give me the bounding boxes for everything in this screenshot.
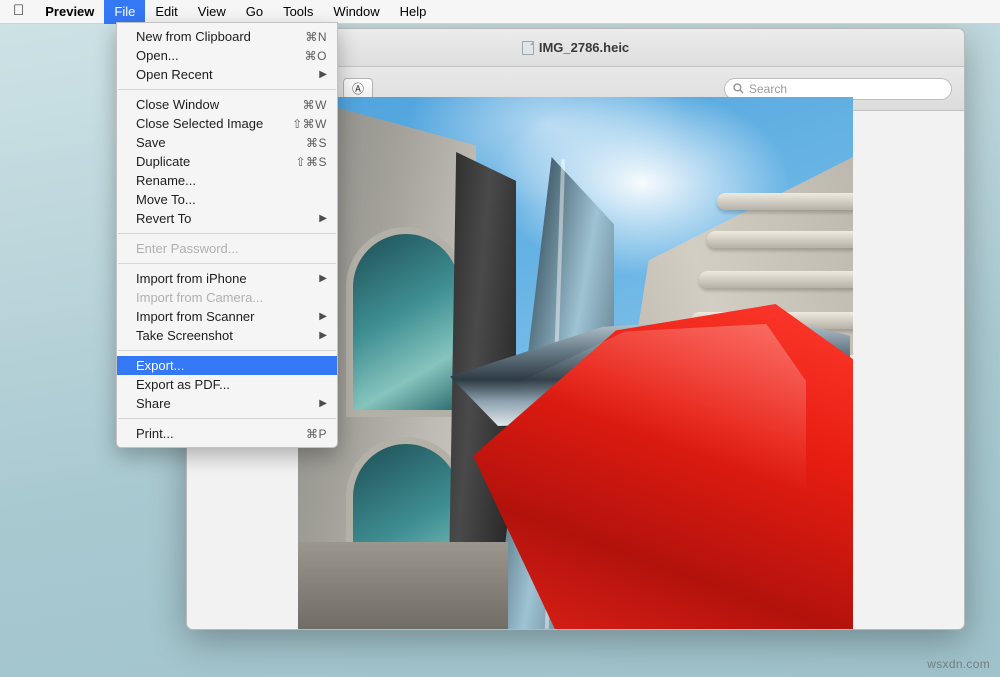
menubar-item-help[interactable]: Help (390, 0, 437, 24)
menu-item-label: Print... (136, 426, 306, 441)
menu-item-label: New from Clipboard (136, 29, 305, 44)
menu-item-shortcut: ⌘W (303, 98, 327, 112)
menu-item-label: Move To... (136, 192, 327, 207)
chevron-right-icon: ▶ (319, 69, 327, 80)
menu-item-close-selected-image[interactable]: Close Selected Image⇧⌘W (117, 114, 337, 133)
menu-item-move-to[interactable]: Move To... (117, 190, 337, 209)
window-title: IMG_2786.heic (522, 40, 629, 55)
menu-item-label: Save (136, 135, 306, 150)
search-placeholder: Search (749, 82, 787, 96)
photo-window (346, 227, 466, 417)
menu-item-label: Duplicate (136, 154, 295, 169)
menubar-item-tools[interactable]: Tools (273, 0, 323, 24)
menubar-item-window[interactable]: Window (323, 0, 389, 24)
menu-item-close-window[interactable]: Close Window⌘W (117, 95, 337, 114)
menubar-item-view[interactable]: View (188, 0, 236, 24)
menu-item-take-screenshot[interactable]: Take Screenshot ▶ (117, 326, 337, 345)
menu-item-shortcut: ⌘O (305, 49, 327, 63)
menu-item-rename[interactable]: Rename... (117, 171, 337, 190)
search-icon (733, 83, 744, 94)
menu-item-export-as-pdf[interactable]: Export as PDF... (117, 375, 337, 394)
menu-separator (118, 89, 336, 90)
menu-item-duplicate[interactable]: Duplicate⇧⌘S (117, 152, 337, 171)
menubar-item-edit[interactable]: Edit (145, 0, 187, 24)
menu-separator (118, 263, 336, 264)
apple-menu-icon[interactable]:  (0, 0, 35, 24)
menu-separator (118, 350, 336, 351)
menu-separator (118, 418, 336, 419)
menu-item-label: Import from iPhone (136, 271, 311, 286)
menu-item-label: Close Window (136, 97, 303, 112)
chevron-right-icon: ▶ (319, 213, 327, 224)
menu-item-export[interactable]: Export... (117, 356, 337, 375)
menu-item-share[interactable]: Share ▶ (117, 394, 337, 413)
menu-item-open[interactable]: Open...⌘O (117, 46, 337, 65)
menu-item-label: Revert To (136, 211, 311, 226)
menu-item-open-recent[interactable]: Open Recent ▶ (117, 65, 337, 84)
menu-item-label: Open Recent (136, 67, 311, 82)
menu-item-label: Export as PDF... (136, 377, 327, 392)
menu-bar:  PreviewFileEditViewGoToolsWindowHelp (0, 0, 1000, 24)
menu-item-label: Export... (136, 358, 327, 373)
photo-balcony (707, 231, 853, 248)
menu-item-shortcut: ⌘P (306, 427, 327, 441)
menu-item-import-from-camera: Import from Camera... (117, 288, 337, 307)
menu-item-shortcut: ⌘S (306, 136, 327, 150)
menu-item-new-from-clipboard[interactable]: New from Clipboard⌘N (117, 27, 337, 46)
menu-item-label: Import from Scanner (136, 309, 311, 324)
photo-balcony (699, 271, 853, 288)
menu-item-label: Close Selected Image (136, 116, 292, 131)
chevron-right-icon: ▶ (319, 398, 327, 409)
menu-item-save[interactable]: Save⌘S (117, 133, 337, 152)
menu-item-label: Import from Camera... (136, 290, 327, 305)
menu-item-shortcut: ⇧⌘W (292, 117, 327, 131)
menubar-item-file[interactable]: File (104, 0, 145, 24)
menu-item-shortcut: ⇧⌘S (295, 155, 327, 169)
menu-item-shortcut: ⌘N (305, 30, 327, 44)
menu-item-print[interactable]: Print...⌘P (117, 424, 337, 443)
chevron-right-icon: ▶ (319, 273, 327, 284)
watermark: wsxdn.com (927, 657, 990, 671)
menu-item-import-from-scanner[interactable]: Import from Scanner ▶ (117, 307, 337, 326)
window-title-text: IMG_2786.heic (539, 40, 629, 55)
chevron-right-icon: ▶ (319, 330, 327, 341)
menubar-item-go[interactable]: Go (236, 0, 273, 24)
menubar-item-preview[interactable]: Preview (35, 0, 104, 24)
menu-item-revert-to[interactable]: Revert To ▶ (117, 209, 337, 228)
menu-item-import-from-iphone[interactable]: Import from iPhone ▶ (117, 269, 337, 288)
chevron-right-icon: ▶ (319, 311, 327, 322)
menu-item-label: Rename... (136, 173, 327, 188)
photo-balcony (717, 193, 853, 210)
menu-item-label: Share (136, 396, 311, 411)
menu-separator (118, 233, 336, 234)
photo-ground (298, 542, 508, 630)
menu-item-label: Enter Password... (136, 241, 327, 256)
menu-item-label: Take Screenshot (136, 328, 311, 343)
file-menu-dropdown[interactable]: New from Clipboard⌘NOpen...⌘OOpen Recent… (116, 22, 338, 448)
menu-item-enter-password: Enter Password... (117, 239, 337, 258)
photo-image (298, 97, 853, 630)
document-icon (522, 41, 534, 55)
menu-item-label: Open... (136, 48, 305, 63)
